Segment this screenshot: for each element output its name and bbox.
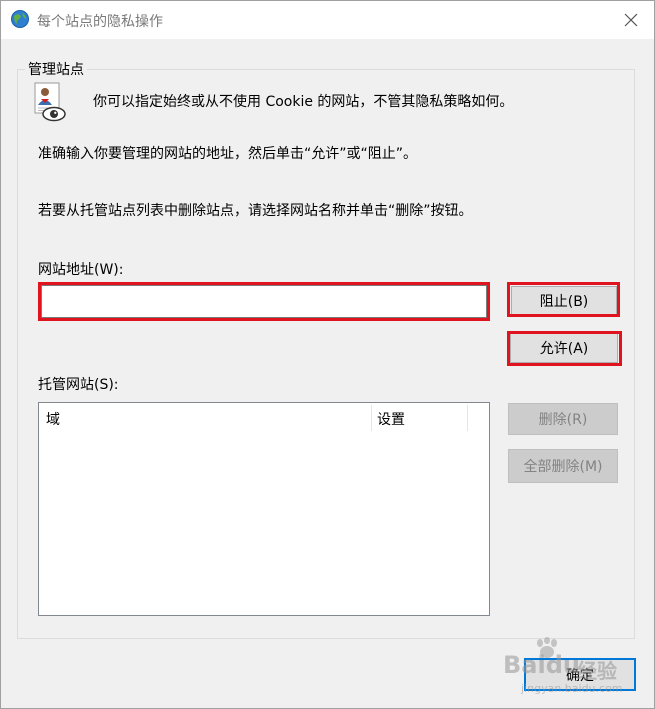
title-bar: 每个站点的隐私操作 <box>1 1 654 39</box>
group-title: 管理站点 <box>25 59 87 79</box>
managed-sites-label: 托管网站(S): <box>38 377 119 393</box>
column-divider <box>371 405 372 431</box>
column-divider <box>467 405 468 431</box>
instruction-allow-block: 准确输入你要管理的网站的地址，然后单击“允许”或“阻止”。 <box>38 146 418 162</box>
remove-all-button[interactable]: 全部删除(M) <box>508 449 618 483</box>
window-title: 每个站点的隐私操作 <box>37 14 163 30</box>
block-button[interactable]: 阻止(B) <box>511 286 617 315</box>
ok-button[interactable]: 确定 <box>524 658 636 691</box>
website-address-input[interactable] <box>41 285 487 318</box>
intro-text: 你可以指定始终或从不使用 Cookie 的网站，不管其隐私策略如何。 <box>93 94 514 110</box>
privacy-document-eye-icon <box>34 82 66 122</box>
close-icon <box>624 13 638 27</box>
column-header-domain[interactable]: 域 <box>46 409 60 429</box>
address-label: 网站地址(W): <box>38 262 124 278</box>
paw-logo-icon <box>537 637 557 658</box>
allow-button[interactable]: 允许(A) <box>510 333 618 363</box>
column-header-setting[interactable]: 设置 <box>377 409 405 429</box>
managed-sites-list[interactable]: 域 设置 <box>38 402 490 616</box>
close-button[interactable] <box>608 1 654 39</box>
privacy-dialog: 每个站点的隐私操作 管理站点 你可以指定始终或从不使用 Cookie 的网站，不… <box>0 0 655 709</box>
internet-globe-icon <box>11 10 29 28</box>
instruction-remove: 若要从托管站点列表中删除站点，请选择网站名称并单击“删除”按钮。 <box>38 203 473 219</box>
remove-button[interactable]: 删除(R) <box>508 403 618 435</box>
